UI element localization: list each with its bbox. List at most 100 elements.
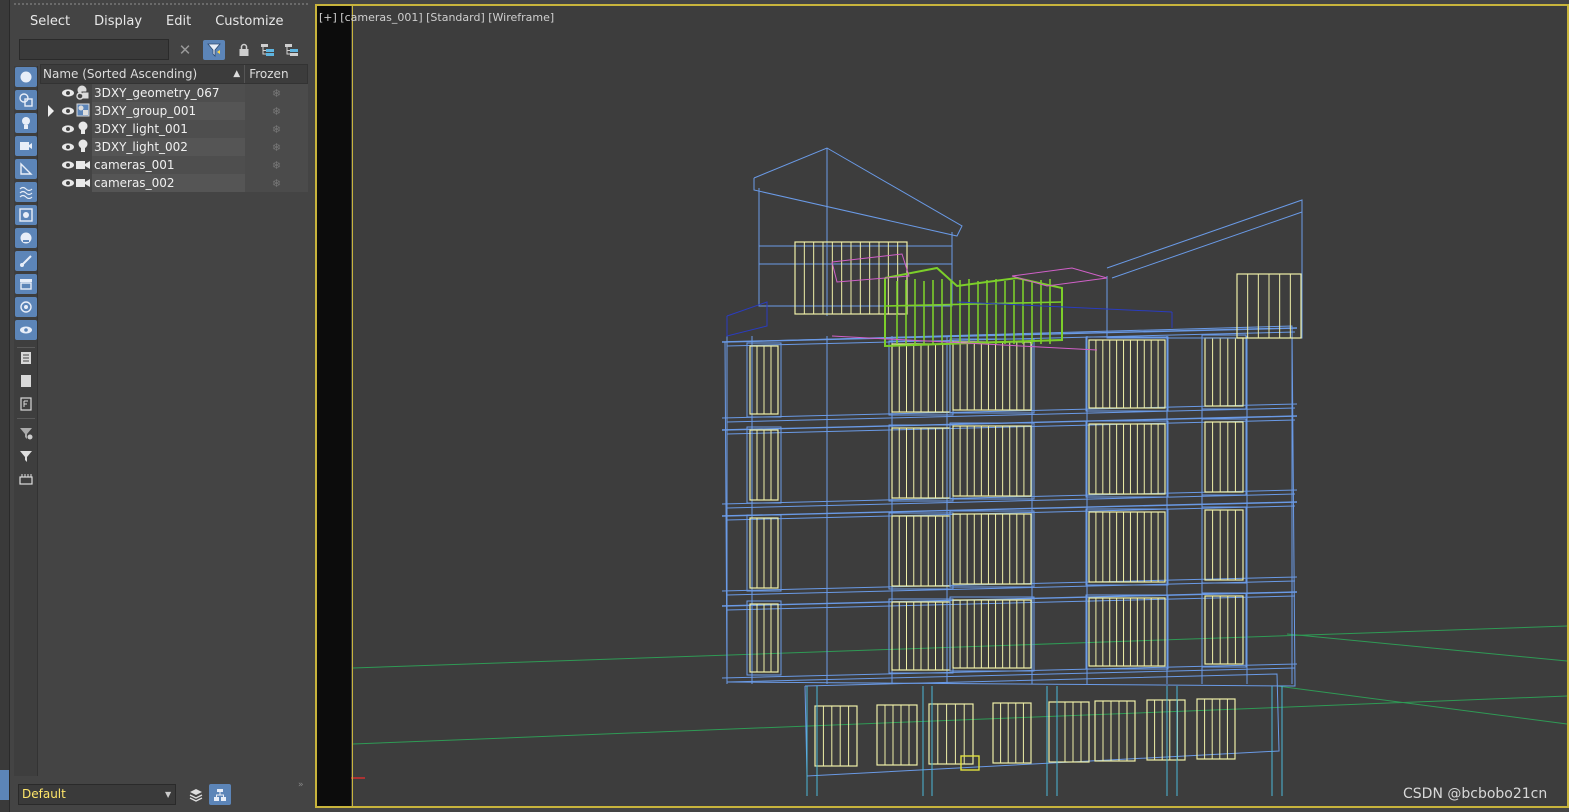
left-edge-strip — [0, 0, 10, 812]
column-header-frozen[interactable]: Frozen — [245, 65, 307, 83]
storefront-window — [992, 702, 1032, 764]
list-item-label[interactable]: 3DXY_group_001 — [92, 102, 245, 120]
list-item[interactable]: 3DXY_group_001 ❄ — [40, 102, 308, 120]
frozen-snowflake-icon[interactable]: ❄ — [245, 120, 308, 138]
wireframe-scene — [330, 147, 1567, 796]
filter-toggle-button[interactable] — [203, 40, 225, 60]
app-window: Select Display Edit Customize ✕ Name (So… — [0, 0, 1569, 812]
viewport-canvas[interactable]: [+] [cameras_001] [Standard] [Wireframe]… — [317, 6, 1567, 806]
filter-vertical-toolbar — [14, 66, 38, 776]
roof-rail — [726, 301, 768, 337]
window-surround — [949, 422, 1035, 500]
list-header: Name (Sorted Ascending) ▲ Frozen — [40, 64, 308, 84]
grid-line — [352, 695, 1567, 745]
frozen-snowflake-icon[interactable]: ❄ — [245, 102, 308, 120]
lock-icon[interactable] — [233, 40, 255, 60]
list-item[interactable]: 3DXY_light_001 ❄ — [40, 120, 308, 138]
display-lights-icon[interactable] — [15, 113, 37, 133]
list-item-name-cell[interactable]: cameras_001 — [40, 156, 245, 174]
selection-set-icon[interactable] — [15, 469, 37, 489]
menu-edit[interactable]: Edit — [154, 12, 203, 34]
visibility-eye-icon[interactable] — [61, 176, 75, 190]
visibility-eye-icon[interactable] — [61, 86, 75, 100]
visibility-eye-icon[interactable] — [61, 104, 75, 118]
toolbar-separator — [17, 418, 35, 419]
storefront-window — [876, 704, 918, 766]
hierarchy-collapse-icon[interactable] — [281, 40, 303, 60]
list-item-name-cell[interactable]: 3DXY_light_001 — [40, 120, 245, 138]
filter-icon[interactable] — [15, 446, 37, 466]
display-bones-icon[interactable] — [15, 251, 37, 271]
hierarchy-expand-icon[interactable] — [257, 40, 279, 60]
scene-explorer-panel: Select Display Edit Customize ✕ Name (So… — [10, 0, 312, 812]
window-surround — [1085, 336, 1169, 412]
display-groups-icon[interactable] — [15, 205, 37, 225]
window-frame — [952, 341, 1032, 411]
layers-stack-icon[interactable] — [186, 784, 206, 805]
panel-grip[interactable] — [14, 3, 308, 6]
menu-customize[interactable]: Customize — [203, 12, 295, 34]
list-item-name-cell[interactable]: cameras_002 — [40, 174, 245, 192]
column-header-name[interactable]: Name (Sorted Ascending) ▲ — [41, 65, 246, 83]
list-item-label[interactable]: cameras_002 — [92, 174, 245, 192]
edge-handle[interactable] — [0, 770, 9, 800]
sort-ascending-icon: ▲ — [233, 69, 241, 79]
viewport-label-menu[interactable]: [+] [cameras_001] [Standard] [Wireframe] — [319, 11, 554, 24]
visibility-eye-icon[interactable] — [61, 158, 75, 172]
list-item[interactable]: cameras_001 ❄ — [40, 156, 308, 174]
display-geometry-icon[interactable] — [15, 67, 37, 87]
group-icon — [76, 103, 90, 118]
window-surround — [1201, 334, 1247, 410]
display-cameras-icon[interactable] — [15, 136, 37, 156]
window-frame — [1204, 421, 1244, 493]
display-xrefs-icon[interactable] — [15, 228, 37, 248]
display-none-icon[interactable] — [15, 371, 37, 391]
layer-dropdown[interactable]: Default — [18, 784, 176, 805]
display-containers-icon[interactable] — [15, 274, 37, 294]
list-item-label[interactable]: 3DXY_light_001 — [92, 120, 245, 138]
expand-arrow-icon[interactable] — [48, 105, 54, 117]
collapse-panel-icon[interactable]: » — [298, 780, 304, 790]
menu-display[interactable]: Display — [82, 12, 154, 34]
display-hidden-icon[interactable] — [15, 320, 37, 340]
sort-by-hierarchy-button[interactable] — [209, 784, 231, 805]
storefront-window — [1146, 699, 1186, 761]
display-helpers-icon[interactable] — [15, 159, 37, 179]
menu-select[interactable]: Select — [18, 12, 82, 34]
scene-object-list: Name (Sorted Ascending) ▲ Frozen 3DXY_geo… — [40, 64, 308, 192]
ground-floor-outline — [804, 673, 1280, 777]
frozen-snowflake-icon[interactable]: ❄ — [245, 84, 308, 102]
list-item-name-cell[interactable]: 3DXY_geometry_067 — [40, 84, 245, 102]
viewport-camera[interactable]: [+] [cameras_001] [Standard] [Wireframe]… — [315, 4, 1569, 808]
frozen-snowflake-icon[interactable]: ❄ — [245, 156, 308, 174]
list-item-name-cell[interactable]: 3DXY_group_001 — [40, 102, 245, 120]
display-spacewarps-icon[interactable] — [15, 182, 37, 202]
light-icon — [76, 121, 90, 136]
left-roof-volume — [758, 188, 953, 307]
list-item-label[interactable]: 3DXY_light_002 — [92, 138, 245, 156]
display-shapes-icon[interactable] — [15, 90, 37, 110]
chevron-down-icon[interactable]: ▼ — [165, 785, 175, 804]
list-item-label[interactable]: cameras_001 — [92, 156, 245, 174]
visibility-eye-icon[interactable] — [61, 122, 75, 136]
camera-icon — [76, 175, 90, 190]
visibility-eye-icon[interactable] — [61, 140, 75, 154]
light-icon — [76, 139, 90, 154]
list-item[interactable]: cameras_002 ❄ — [40, 174, 308, 192]
search-input[interactable] — [19, 39, 169, 60]
list-item[interactable]: 3DXY_light_002 ❄ — [40, 138, 308, 156]
display-all-icon[interactable] — [15, 348, 37, 368]
list-item[interactable]: 3DXY_geometry_067 ❄ — [40, 84, 308, 102]
display-particles-icon[interactable] — [15, 297, 37, 317]
frozen-snowflake-icon[interactable]: ❄ — [245, 174, 308, 192]
window-frame — [1204, 337, 1244, 407]
clear-icon[interactable]: ✕ — [174, 40, 196, 60]
right-roof-volume — [1106, 212, 1303, 339]
frozen-snowflake-icon[interactable]: ❄ — [245, 138, 308, 156]
list-item-name-cell[interactable]: 3DXY_light_002 — [40, 138, 245, 156]
display-invert-icon[interactable] — [15, 394, 37, 414]
list-item-label[interactable]: 3DXY_geometry_067 — [92, 84, 245, 102]
window-frame — [1088, 423, 1166, 495]
filter-settings-icon[interactable] — [15, 423, 37, 443]
explorer-menubar: Select Display Edit Customize — [18, 12, 295, 34]
